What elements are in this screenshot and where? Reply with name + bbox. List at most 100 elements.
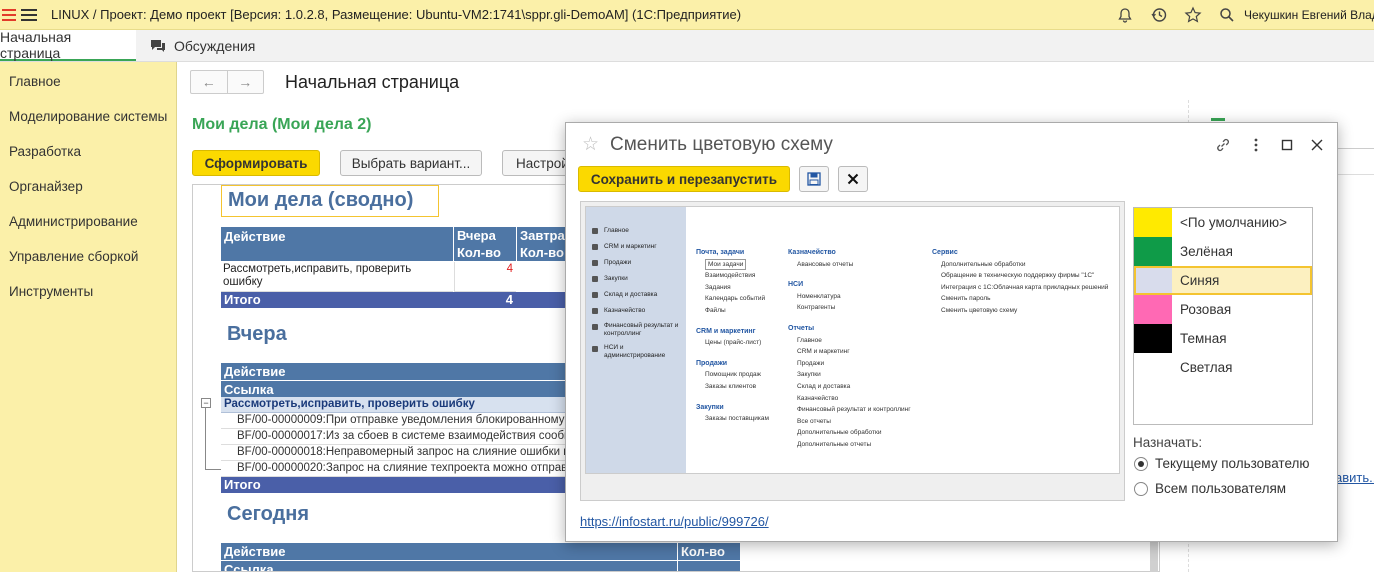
back-arrow-icon[interactable]: ← bbox=[191, 71, 228, 93]
radio-current-user[interactable]: Текущему пользователю bbox=[1134, 456, 1310, 471]
generate-button[interactable]: Сформировать bbox=[192, 150, 320, 176]
link-row[interactable]: BF/00-00000020:Запрос на слияние техпрое… bbox=[221, 461, 573, 477]
preview-item-selected: Мои задачи bbox=[705, 258, 747, 270]
preview-heading: Продажи bbox=[696, 359, 728, 367]
summary-row-action: Рассмотреть,исправить, проверить ошибку bbox=[221, 262, 453, 292]
forward-arrow-icon[interactable]: → bbox=[228, 71, 264, 93]
more-options-icon[interactable] bbox=[1246, 135, 1266, 155]
scheme-label: Зелёная bbox=[1180, 244, 1233, 259]
preview-item: Дополнительные обработки bbox=[797, 429, 882, 437]
history-icon[interactable] bbox=[1142, 0, 1176, 30]
preview-item: Взаимодействия bbox=[705, 272, 756, 280]
dialog-title: Сменить цветовую схему bbox=[610, 134, 833, 155]
preview-window: Главное CRM и маркетинг Продажи Закупки … bbox=[585, 206, 1120, 474]
close-icon[interactable] bbox=[1307, 135, 1327, 155]
preview-item: Казначейство bbox=[797, 394, 839, 402]
sidebar-item-development[interactable]: Разработка bbox=[0, 134, 176, 169]
scheme-dark[interactable]: Темная bbox=[1134, 324, 1312, 353]
change-color-scheme-dialog: ☆ Сменить цветовую схему Сохранить и пер… bbox=[565, 122, 1338, 542]
bell-icon[interactable] bbox=[1108, 0, 1142, 30]
summary-total-label: Итого bbox=[224, 292, 261, 307]
favorite-star-icon[interactable]: ☆ bbox=[582, 133, 599, 156]
collapse-icon[interactable]: − bbox=[201, 398, 211, 408]
preview-item: Цены (прайс-лист) bbox=[705, 339, 762, 347]
preview-item: Интеграция с 1С:Облачная карта прикладны… bbox=[941, 283, 1109, 291]
scheme-swatch bbox=[1134, 237, 1172, 266]
sidebar-item-main[interactable]: Главное bbox=[0, 64, 176, 99]
page-title: Начальная страница bbox=[285, 72, 460, 92]
title-bar: LINUX / Проект: Демо проект [Версия: 1.0… bbox=[0, 0, 1374, 30]
link-icon[interactable] bbox=[1213, 135, 1233, 155]
yesterday-total-row: Итого bbox=[221, 477, 573, 493]
preview-item: Склад и доставка bbox=[797, 382, 851, 390]
scheme-pink[interactable]: Розовая bbox=[1134, 295, 1312, 324]
scheme-label: Светлая bbox=[1180, 360, 1233, 375]
favorites-star-icon[interactable] bbox=[1176, 0, 1210, 30]
preview-column-2: Казначейство Авансовые отчеты НСИ Номенк… bbox=[788, 243, 928, 451]
search-icon[interactable] bbox=[1210, 0, 1244, 30]
scheme-swatch bbox=[1134, 324, 1172, 353]
scheme-label: Синяя bbox=[1180, 273, 1220, 288]
summary-total-row: Итого bbox=[221, 292, 573, 308]
cancel-icon[interactable] bbox=[838, 166, 868, 192]
preview-heading: CRM и маркетинг bbox=[696, 327, 756, 335]
save-icon[interactable] bbox=[799, 166, 829, 192]
preview-item: Дополнительные отчеты bbox=[797, 440, 872, 448]
scheme-blue[interactable]: Синяя bbox=[1134, 266, 1312, 295]
link-row[interactable]: BF/00-00000018:Неправомерный запрос на с… bbox=[221, 445, 573, 461]
scheme-green[interactable]: Зелёная bbox=[1134, 237, 1312, 266]
right-panel-link[interactable]: авить... bbox=[1335, 470, 1374, 485]
scheme-swatch bbox=[1134, 353, 1172, 382]
radio-dot[interactable] bbox=[1134, 456, 1148, 471]
sidebar-item-organizer[interactable]: Органайзер bbox=[0, 169, 176, 204]
preview-item: Авансовые отчеты bbox=[797, 260, 854, 268]
preview-heading: НСИ bbox=[788, 281, 804, 289]
sections-panel: Главное Моделирование системы Разработка… bbox=[0, 62, 177, 572]
preview-item: Контрагенты bbox=[797, 304, 836, 312]
main-menu-icon[interactable] bbox=[21, 8, 37, 21]
scheme-preview: Главное CRM и маркетинг Продажи Закупки … bbox=[580, 201, 1125, 501]
preview-item: Задания bbox=[705, 283, 731, 291]
preview-item: Сменить цветовую схему bbox=[941, 306, 1018, 314]
today-col-link: Ссылка bbox=[221, 560, 677, 571]
link-row[interactable]: BF/00-00000009:При отправке уведомления … bbox=[221, 413, 573, 429]
scheme-swatch bbox=[1134, 208, 1172, 237]
right-panel-marker bbox=[1211, 118, 1225, 121]
preview-item: Календарь событий bbox=[705, 295, 766, 303]
col-yesterday-qty-header: Кол-во bbox=[454, 244, 516, 261]
tab-discussions-label: Обсуждения bbox=[174, 37, 256, 54]
preview-sidebar-item: Финансовый результат и контроллинг bbox=[586, 319, 686, 341]
report-title: Мои дела (Мои дела 2) bbox=[192, 116, 372, 133]
preview-heading: Почта, задачи bbox=[696, 249, 745, 256]
preview-item: Сменить пароль bbox=[941, 295, 991, 303]
link-row[interactable]: BF/00-00000017:Из за сбоев в системе вза… bbox=[221, 429, 573, 445]
sidebar-item-administration[interactable]: Администрирование bbox=[0, 204, 176, 239]
user-name[interactable]: Чекушкин Евгений Влад bbox=[1244, 8, 1374, 22]
infostart-link[interactable]: https://infostart.ru/public/999726/ bbox=[580, 514, 769, 529]
summary-row-value[interactable]: 4 bbox=[454, 262, 516, 292]
window-title: LINUX / Проект: Демо проект [Версия: 1.0… bbox=[51, 7, 742, 22]
preview-sidebar-item: Продажи bbox=[586, 255, 686, 271]
radio-dot[interactable] bbox=[1134, 481, 1148, 496]
sidebar-item-tools[interactable]: Инструменты bbox=[0, 274, 176, 309]
today-col-action: Действие bbox=[221, 543, 677, 560]
yesterday-col-action: Действие bbox=[221, 363, 573, 380]
today-col-qty-cell bbox=[678, 560, 740, 571]
preview-item: Обращение в техническую поддержку фирмы … bbox=[941, 272, 1095, 280]
maximize-icon[interactable] bbox=[1277, 135, 1297, 155]
sidebar-item-modeling[interactable]: Моделирование системы bbox=[0, 99, 176, 134]
choose-variant-button[interactable]: Выбрать вариант... bbox=[340, 150, 482, 176]
sidebar-item-build-management[interactable]: Управление сборкой bbox=[0, 239, 176, 274]
scheme-light[interactable]: Светлая bbox=[1134, 353, 1312, 382]
preview-heading: Сервис bbox=[932, 249, 958, 256]
summary-total-value: 4 bbox=[505, 292, 513, 307]
save-and-restart-button[interactable]: Сохранить и перезапустить bbox=[578, 166, 790, 192]
radio-all-users[interactable]: Всем пользователям bbox=[1134, 481, 1286, 496]
tab-home-page[interactable]: Начальная страница bbox=[0, 29, 136, 61]
tab-discussions[interactable]: Обсуждения bbox=[136, 30, 269, 61]
preview-heading: Отчеты bbox=[788, 324, 815, 332]
tab-bar: Начальная страница Обсуждения bbox=[0, 29, 1374, 62]
preview-item: Продажи bbox=[797, 359, 825, 367]
scheme-default[interactable]: <По умолчанию> bbox=[1134, 208, 1312, 237]
preview-item: Все отчеты bbox=[797, 417, 831, 425]
